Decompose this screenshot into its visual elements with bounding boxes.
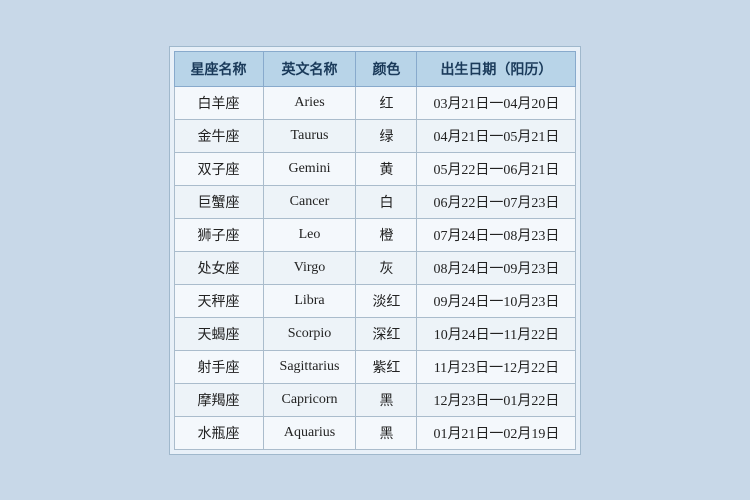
table-cell: 狮子座 [174,218,263,251]
table-header-cell: 星座名称 [174,51,263,86]
table-cell: 灰 [356,251,417,284]
table-cell: 黑 [356,383,417,416]
table-cell: Aquarius [263,416,356,449]
table-cell: 09月24日一10月23日 [417,284,576,317]
table-header-cell: 出生日期（阳历） [417,51,576,86]
table-cell: 淡红 [356,284,417,317]
table-cell: 黑 [356,416,417,449]
table-row: 巨蟹座Cancer白06月22日一07月23日 [174,185,576,218]
table-cell: 射手座 [174,350,263,383]
table-cell: Sagittarius [263,350,356,383]
table-cell: 水瓶座 [174,416,263,449]
table-row: 摩羯座Capricorn黑12月23日一01月22日 [174,383,576,416]
table-row: 水瓶座Aquarius黑01月21日一02月19日 [174,416,576,449]
table-cell: 处女座 [174,251,263,284]
table-cell: 金牛座 [174,119,263,152]
table-row: 双子座Gemini黄05月22日一06月21日 [174,152,576,185]
table-cell: Taurus [263,119,356,152]
table-cell: 11月23日一12月22日 [417,350,576,383]
table-cell: 07月24日一08月23日 [417,218,576,251]
table-cell: 天蝎座 [174,317,263,350]
table-cell: Cancer [263,185,356,218]
table-cell: Leo [263,218,356,251]
table-cell: 深红 [356,317,417,350]
table-cell: 紫红 [356,350,417,383]
table-cell: 白 [356,185,417,218]
table-row: 狮子座Leo橙07月24日一08月23日 [174,218,576,251]
table-cell: Capricorn [263,383,356,416]
table-cell: 白羊座 [174,86,263,119]
table-cell: 04月21日一05月21日 [417,119,576,152]
table-row: 处女座Virgo灰08月24日一09月23日 [174,251,576,284]
table-cell: 10月24日一11月22日 [417,317,576,350]
table-cell: 06月22日一07月23日 [417,185,576,218]
table-cell: Virgo [263,251,356,284]
table-cell: 03月21日一04月20日 [417,86,576,119]
table-header-row: 星座名称英文名称颜色出生日期（阳历） [174,51,576,86]
table-cell: Aries [263,86,356,119]
table-row: 白羊座Aries红03月21日一04月20日 [174,86,576,119]
table-cell: 摩羯座 [174,383,263,416]
table-row: 射手座Sagittarius紫红11月23日一12月22日 [174,350,576,383]
table-cell: 12月23日一01月22日 [417,383,576,416]
table-cell: 绿 [356,119,417,152]
table-cell: 天秤座 [174,284,263,317]
table-cell: 01月21日一02月19日 [417,416,576,449]
table-cell: 橙 [356,218,417,251]
table-cell: 08月24日一09月23日 [417,251,576,284]
table-cell: 黄 [356,152,417,185]
table-cell: Gemini [263,152,356,185]
table-cell: 双子座 [174,152,263,185]
table-row: 天秤座Libra淡红09月24日一10月23日 [174,284,576,317]
table-cell: Libra [263,284,356,317]
table-cell: 红 [356,86,417,119]
table-header-cell: 英文名称 [263,51,356,86]
zodiac-table-container: 星座名称英文名称颜色出生日期（阳历） 白羊座Aries红03月21日一04月20… [169,46,582,455]
table-header-cell: 颜色 [356,51,417,86]
table-cell: Scorpio [263,317,356,350]
table-cell: 05月22日一06月21日 [417,152,576,185]
table-row: 天蝎座Scorpio深红10月24日一11月22日 [174,317,576,350]
table-cell: 巨蟹座 [174,185,263,218]
zodiac-table: 星座名称英文名称颜色出生日期（阳历） 白羊座Aries红03月21日一04月20… [174,51,577,450]
table-row: 金牛座Taurus绿04月21日一05月21日 [174,119,576,152]
